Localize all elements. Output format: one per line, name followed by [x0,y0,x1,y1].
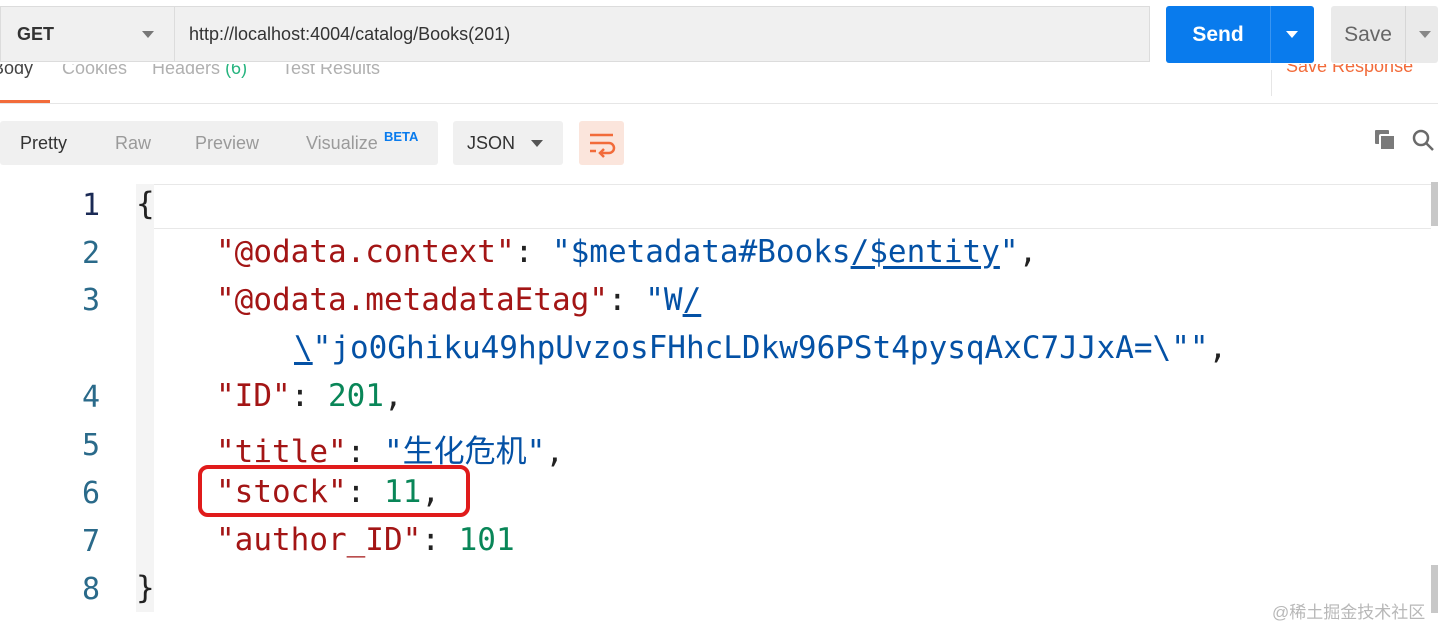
watermark: @稀土掘金技术社区 [1272,603,1426,622]
format-select[interactable]: JSON [453,121,563,165]
json-string: /$entity [850,234,1000,270]
url-input[interactable]: http://localhost:4004/catalog/Books(201) [174,6,1150,62]
line-number: 3 [81,283,100,318]
wrap-lines-icon [590,133,616,158]
json-key: "@odata.metadataEtag" [216,282,608,318]
format-label: JSON [467,133,516,153]
send-label: Send [1192,22,1244,46]
view-raw[interactable]: Raw [115,133,151,154]
active-line-highlight [136,184,1431,229]
json-number: 201 [327,378,384,414]
code-line: "author_ID": 101 [216,522,515,558]
save-divider [1405,6,1406,63]
search-icon[interactable] [1411,128,1435,152]
json-key: "author_ID" [216,522,422,558]
send-button[interactable]: Send [1166,6,1314,63]
json-string: " [999,234,1019,270]
line-number: 4 [81,380,100,415]
tab-body[interactable]: Body [0,64,33,79]
view-mode-group: Pretty Raw Preview Visualize BETA [0,121,438,165]
save-options-chevron-icon[interactable] [1419,31,1431,38]
tab-headers-label: Headers [152,64,221,78]
json-key: "ID" [216,378,291,414]
chevron-down-icon [531,140,543,147]
method-label: GET [17,23,55,44]
json-number: 101 [458,522,515,558]
json-string: / [682,282,702,318]
json-string: "W [645,282,683,318]
url-text: http://localhost:4004/catalog/Books(201) [189,23,511,44]
brace-open: { [136,186,155,222]
send-options-chevron-icon[interactable] [1286,31,1298,38]
copy-icon[interactable] [1373,128,1397,152]
response-body-editor[interactable]: 1 2 3 4 5 6 7 8 { "@odata.context": "$me… [0,182,1438,626]
code-line: "@odata.context": "$metadata#Books/$enti… [216,234,1038,270]
line-number: 8 [81,572,100,607]
code-line-wrapped: \"jo0Ghiku49hpUvzosFHhcLDkw96PSt4pysqAxC… [294,330,1228,366]
headers-count: (6) [225,64,248,78]
view-visualize[interactable]: Visualize [306,133,378,154]
json-key: "@odata.context" [216,234,515,270]
view-pretty[interactable]: Pretty [20,133,67,154]
send-divider [1270,6,1271,63]
tab-cookies[interactable]: Cookies [62,64,127,79]
code-line: "@odata.metadataEtag": "W/ [216,282,702,318]
method-select[interactable]: GET [0,6,174,62]
active-tab-indicator [0,100,50,103]
tab-headers[interactable]: Headers (6) [152,64,247,79]
scrollbar-thumb-top[interactable] [1431,182,1438,226]
line-number: 7 [81,524,100,559]
code-area[interactable]: { "@odata.context": "$metadata#Books/$en… [136,182,1431,612]
save-response-button[interactable]: Save Response [1286,64,1413,77]
response-tabs: Body Cookies Headers (6) Test Results Sa… [0,64,1438,104]
tab-test-results[interactable]: Test Results [282,64,380,79]
scrollbar-thumb-bottom[interactable] [1431,565,1438,613]
stock-highlight-box [198,465,470,517]
line-number: 5 [81,428,100,463]
code-line: } [136,570,155,606]
json-string: "jo0Ghiku49hpUvzosFHhcLDkw96PSt4pysqAxC7… [312,330,1209,366]
line-number: 1 [81,188,100,223]
code-line: { [136,186,155,222]
code-line: "ID": 201, [216,378,403,414]
json-string: \ [294,330,313,366]
view-preview[interactable]: Preview [195,133,259,154]
tabs-divider [1271,70,1272,96]
fold-indicator [136,184,154,612]
chevron-down-icon [142,31,154,38]
line-number: 2 [81,236,100,271]
brace-close: } [136,570,155,606]
save-button[interactable]: Save [1331,6,1438,63]
wrap-lines-button[interactable] [579,121,624,165]
json-string: "$metadata#Books [551,234,851,270]
line-number: 6 [81,476,100,511]
beta-badge: BETA [384,129,419,144]
save-label: Save [1344,22,1392,46]
